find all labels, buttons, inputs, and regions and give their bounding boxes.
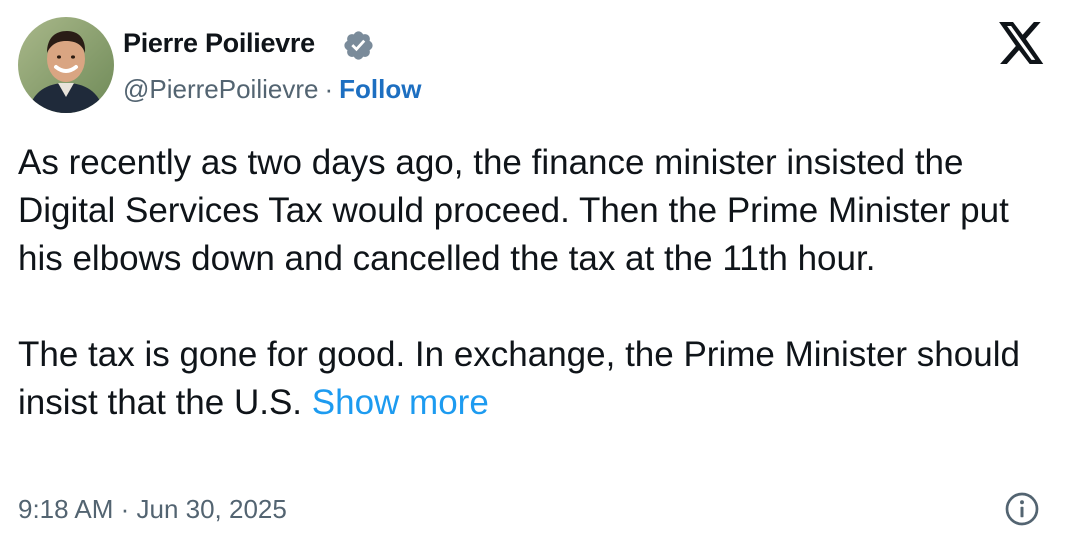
show-more-link[interactable]: Show more [312,383,489,422]
avatar[interactable] [18,17,114,113]
author-display-name[interactable]: Pierre Poilievre [123,28,315,59]
author-handle-row: @PierrePoilievre · Follow [123,74,421,105]
tweet-paragraph-2-text: The tax is gone for good. In exchange, t… [18,335,1020,422]
author-handle[interactable]: @PierrePoilievre [123,74,318,104]
verified-badge-icon [344,31,373,60]
info-icon[interactable] [1004,491,1040,527]
tweet-text: As recently as two days ago, the finance… [18,139,1058,427]
tweet-paragraph-2: The tax is gone for good. In exchange, t… [18,331,1058,427]
tweet-card: Pierre Poilievre @PierrePoilievre · Follow… [0,0,1080,536]
x-logo-icon[interactable] [999,22,1045,64]
tweet-timestamp[interactable]: 9:18 AM · Jun 30, 2025 [18,494,287,525]
follow-button[interactable]: Follow [339,74,421,104]
tweet-paragraph-1: As recently as two days ago, the finance… [18,143,1009,278]
separator-dot: · [324,74,334,104]
